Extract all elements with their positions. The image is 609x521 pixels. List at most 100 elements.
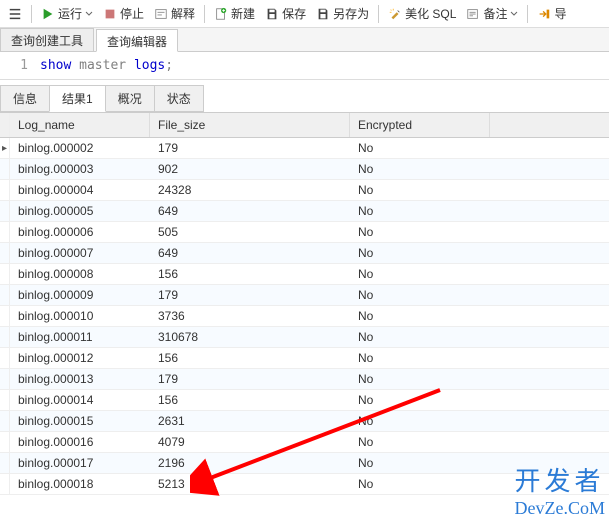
beautify-label: 美化 SQL <box>405 5 456 22</box>
cell-encrypted: No <box>350 180 490 200</box>
cell-file-size: 310678 <box>150 327 350 347</box>
cell-log-name: binlog.000010 <box>10 306 150 326</box>
save-button[interactable]: 保存 <box>261 3 310 24</box>
table-row[interactable]: binlog.00000424328No <box>0 180 609 201</box>
table-row[interactable]: binlog.000006505No <box>0 222 609 243</box>
table-row[interactable]: binlog.000011310678No <box>0 327 609 348</box>
table-row[interactable]: binlog.0000152631No <box>0 411 609 432</box>
col-log-name[interactable]: Log_name <box>10 113 150 137</box>
cell-encrypted: No <box>350 411 490 431</box>
tab-info[interactable]: 信息 <box>0 85 50 112</box>
cell-encrypted: No <box>350 222 490 242</box>
table-row[interactable]: binlog.000013179No <box>0 369 609 390</box>
menu-icon[interactable] <box>4 5 26 23</box>
row-indicator <box>0 411 10 431</box>
cell-file-size: 2631 <box>150 411 350 431</box>
row-indicator <box>0 306 10 326</box>
table-row[interactable]: binlog.000014156No <box>0 390 609 411</box>
grid-header: Log_name File_size Encrypted <box>0 113 609 138</box>
cell-file-size: 649 <box>150 243 350 263</box>
stop-button[interactable]: 停止 <box>99 3 148 24</box>
table-row[interactable]: binlog.000003902No <box>0 159 609 180</box>
table-row[interactable]: binlog.0000185213No <box>0 474 609 495</box>
cell-encrypted: No <box>350 201 490 221</box>
notes-button[interactable]: 备注 <box>462 3 522 24</box>
col-encrypted[interactable]: Encrypted <box>350 113 490 137</box>
result-grid: Log_name File_size Encrypted ▸binlog.000… <box>0 112 609 495</box>
row-indicator <box>0 243 10 263</box>
editor-tabs: 查询创建工具 查询编辑器 <box>0 28 609 52</box>
cell-file-size: 505 <box>150 222 350 242</box>
cell-file-size: 649 <box>150 201 350 221</box>
tab-status[interactable]: 状态 <box>154 85 204 112</box>
toolbar-separator <box>204 5 205 23</box>
cell-log-name: binlog.000016 <box>10 432 150 452</box>
tab-query-builder[interactable]: 查询创建工具 <box>0 28 94 51</box>
row-indicator: ▸ <box>0 138 10 158</box>
table-row[interactable]: binlog.0000103736No <box>0 306 609 327</box>
stop-label: 停止 <box>120 5 144 22</box>
row-indicator <box>0 453 10 473</box>
cell-log-name: binlog.000011 <box>10 327 150 347</box>
cell-file-size: 156 <box>150 348 350 368</box>
table-row[interactable]: binlog.000008156No <box>0 264 609 285</box>
cell-file-size: 2196 <box>150 453 350 473</box>
cell-log-name: binlog.000009 <box>10 285 150 305</box>
table-row[interactable]: binlog.000007649No <box>0 243 609 264</box>
new-label: 新建 <box>231 5 255 22</box>
row-indicator-header <box>0 113 10 137</box>
cell-encrypted: No <box>350 285 490 305</box>
sql-text: show master logs; <box>40 58 173 73</box>
toolbar-separator <box>31 5 32 23</box>
row-indicator <box>0 474 10 494</box>
cell-log-name: binlog.000002 <box>10 138 150 158</box>
table-row[interactable]: binlog.000009179No <box>0 285 609 306</box>
cell-encrypted: No <box>350 348 490 368</box>
cell-file-size: 156 <box>150 264 350 284</box>
row-indicator <box>0 327 10 347</box>
toolbar-separator <box>527 5 528 23</box>
explain-button[interactable]: 解释 <box>150 3 199 24</box>
tab-result1[interactable]: 结果1 <box>49 85 106 112</box>
cell-file-size: 179 <box>150 369 350 389</box>
cell-log-name: binlog.000008 <box>10 264 150 284</box>
table-row[interactable]: binlog.0000172196No <box>0 453 609 474</box>
row-indicator <box>0 285 10 305</box>
cell-log-name: binlog.000012 <box>10 348 150 368</box>
cell-log-name: binlog.000014 <box>10 390 150 410</box>
col-file-size[interactable]: File_size <box>150 113 350 137</box>
cell-file-size: 24328 <box>150 180 350 200</box>
run-button[interactable]: 运行 <box>37 3 97 24</box>
toolbar-separator <box>378 5 379 23</box>
cell-encrypted: No <box>350 159 490 179</box>
dropdown-icon <box>85 10 93 18</box>
beautify-button[interactable]: 美化 SQL <box>384 3 460 24</box>
dropdown-icon <box>510 10 518 18</box>
cell-log-name: binlog.000003 <box>10 159 150 179</box>
table-row[interactable]: binlog.000005649No <box>0 201 609 222</box>
cell-encrypted: No <box>350 243 490 263</box>
cell-log-name: binlog.000015 <box>10 411 150 431</box>
cell-encrypted: No <box>350 264 490 284</box>
line-number: 1 <box>8 58 28 73</box>
cell-log-name: binlog.000013 <box>10 369 150 389</box>
table-row[interactable]: binlog.0000164079No <box>0 432 609 453</box>
cell-file-size: 902 <box>150 159 350 179</box>
new-button[interactable]: 新建 <box>210 3 259 24</box>
tab-query-editor[interactable]: 查询编辑器 <box>96 29 178 52</box>
sql-editor[interactable]: 1 show master logs; <box>0 52 609 80</box>
cell-file-size: 179 <box>150 138 350 158</box>
save-label: 保存 <box>282 5 306 22</box>
cell-encrypted: No <box>350 474 490 494</box>
cell-file-size: 3736 <box>150 306 350 326</box>
tab-profile[interactable]: 概况 <box>105 85 155 112</box>
export-button[interactable]: 导 <box>533 3 570 24</box>
save-as-button[interactable]: 另存为 <box>312 3 373 24</box>
row-indicator <box>0 390 10 410</box>
main-toolbar: 运行 停止 解释 新建 保存 另存为 美化 SQL 备注 导 <box>0 0 609 28</box>
notes-label: 备注 <box>483 5 507 22</box>
table-row[interactable]: binlog.000012156No <box>0 348 609 369</box>
save-as-label: 另存为 <box>333 5 369 22</box>
export-label: 导 <box>554 5 566 22</box>
table-row[interactable]: ▸binlog.000002179No <box>0 138 609 159</box>
